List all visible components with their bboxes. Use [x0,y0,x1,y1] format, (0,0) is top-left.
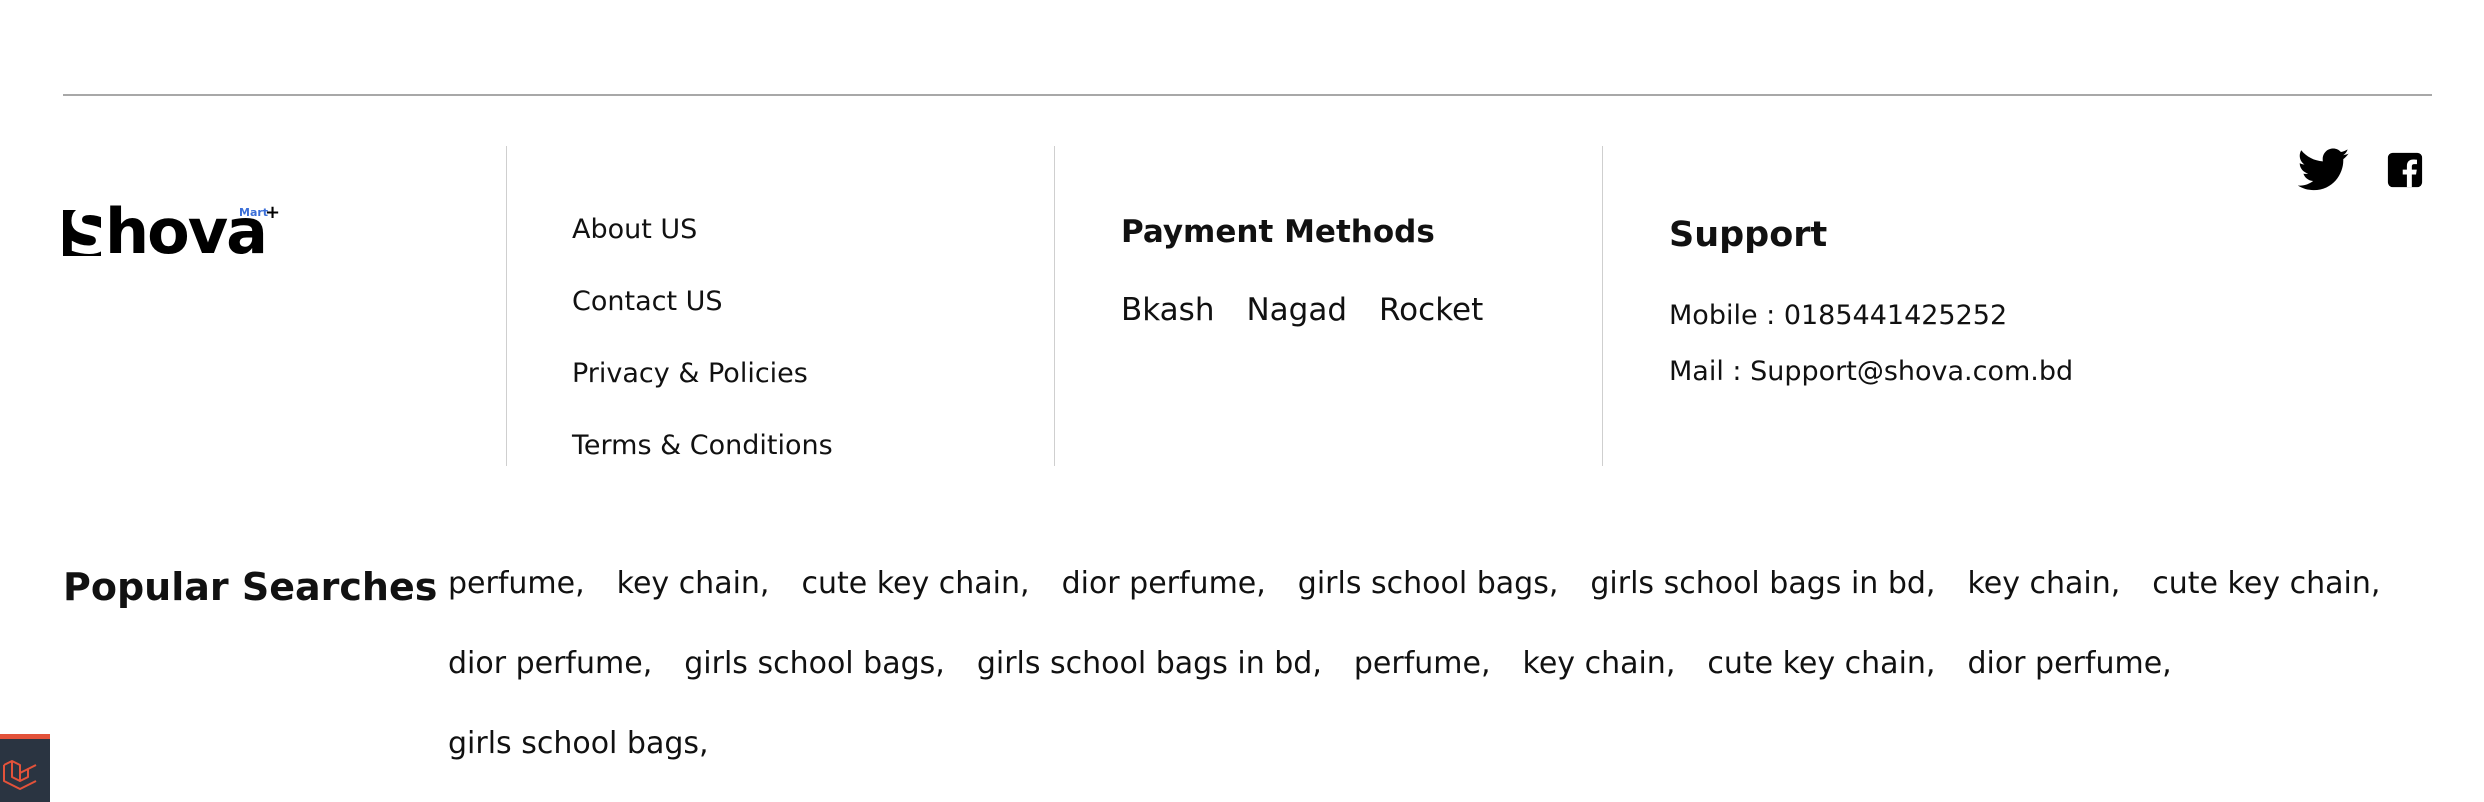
popular-search-tag[interactable]: girls school bags in bd, [977,642,1322,686]
popular-search-tag[interactable]: cute key chain, [2152,562,2380,606]
support-title: Support [1669,215,1828,255]
privacy-policies-link[interactable]: Privacy & Policies [572,354,833,426]
terms-conditions-link[interactable]: Terms & Conditions [572,426,833,498]
popular-search-tag[interactable]: girls school bags, [684,642,945,686]
twitter-icon[interactable] [2297,148,2350,192]
logo-initial: S [67,195,112,268]
popular-search-tag[interactable]: key chain, [1967,562,2120,606]
logo-mart-label: Mart [239,206,269,219]
logo-plus-mark: + [265,202,281,223]
popular-search-tag[interactable]: cute key chain, [801,562,1029,606]
laravel-debugbar-icon [3,760,37,790]
column-divider-3 [1602,146,1603,466]
footer-links: About US Contact US Privacy & Policies T… [572,210,833,498]
footer-top-rule [63,94,2432,96]
column-divider-1 [506,146,507,466]
facebook-icon-svg [2387,152,2423,188]
payment-method-bkash: Bkash [1121,292,1215,328]
payment-method-nagad: Nagad [1246,292,1348,328]
contact-us-link[interactable]: Contact US [572,282,833,354]
popular-search-tag[interactable]: key chain, [1523,642,1676,686]
popular-search-tag[interactable]: perfume, [448,562,585,606]
popular-search-tag[interactable]: perfume, [1354,642,1491,686]
support-mobile: Mobile : 0185441425252 [1669,300,2008,331]
support-mail[interactable]: Mail : Support@shova.com.bd [1669,356,2073,387]
popular-search-tag[interactable]: girls school bags in bd, [1590,562,1935,606]
popular-search-tag[interactable]: dior perfume, [448,642,652,686]
payment-method-rocket: Rocket [1379,292,1484,328]
twitter-icon-svg [2297,148,2350,191]
popular-searches-list: perfume, key chain, cute key chain, dior… [448,562,2408,766]
popular-search-tag[interactable]: dior perfume, [1967,642,2171,686]
shova-mart-logo[interactable]: S hova Mart + [63,196,293,268]
popular-search-tag[interactable]: dior perfume, [1062,562,1266,606]
laravel-debugbar-toggle[interactable] [0,734,50,802]
payment-methods-list: Bkash Nagad Rocket [1121,292,1483,328]
about-us-link[interactable]: About US [572,210,833,282]
popular-search-tag[interactable]: girls school bags, [1298,562,1559,606]
popular-search-tag[interactable]: key chain, [617,562,770,606]
popular-searches-title: Popular Searches [63,565,438,609]
popular-search-tag[interactable]: girls school bags, [448,722,709,766]
facebook-icon[interactable] [2386,148,2424,192]
payment-methods-title: Payment Methods [1121,214,1435,250]
column-divider-2 [1054,146,1055,466]
popular-search-tag[interactable]: cute key chain, [1707,642,1935,686]
